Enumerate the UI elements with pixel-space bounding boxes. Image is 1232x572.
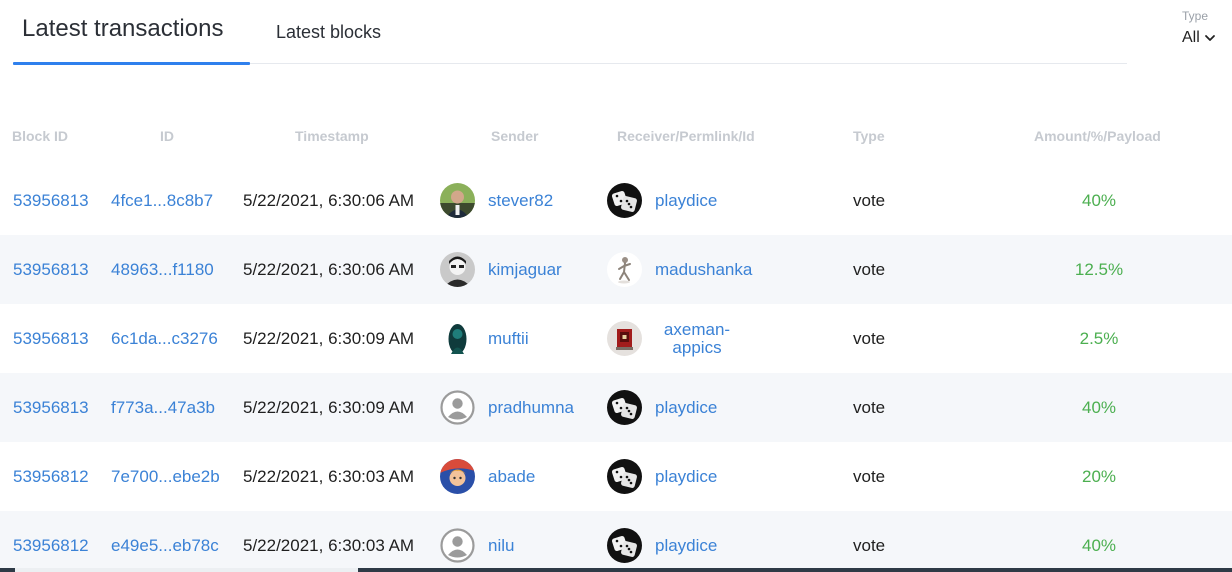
sender-link[interactable]: kimjaguar <box>488 260 562 280</box>
column-header-sender: Sender <box>491 128 539 144</box>
table-row: 53956813 48963...f1180 5/22/2021, 6:30:0… <box>0 235 1232 304</box>
amount-value: 40% <box>1081 397 1117 417</box>
operation-type: vote <box>853 190 886 210</box>
sender-cell: nilu <box>440 511 514 572</box>
sender-link[interactable]: stever82 <box>488 191 553 211</box>
amount-value: 2.5% <box>1079 328 1119 348</box>
column-header-amount: Amount/%/Payload <box>1034 128 1161 144</box>
sender-avatar[interactable] <box>440 459 475 494</box>
receiver-cell: playdice <box>607 166 717 235</box>
table-row: 53956812 7e700...ebe2b 5/22/2021, 6:30:0… <box>0 442 1232 511</box>
transaction-id-link[interactable]: 48963...f1180 <box>111 235 214 304</box>
sender-cell: stever82 <box>440 166 553 235</box>
column-header-receiver: Receiver/Permlink/Id <box>617 128 755 144</box>
table-row: 53956813 6c1da...c3276 5/22/2021, 6:30:0… <box>0 304 1232 373</box>
sender-avatar[interactable] <box>440 252 475 287</box>
transactions-table: 53956813 4fce1...8c8b7 5/22/2021, 6:30:0… <box>0 166 1232 572</box>
sender-link[interactable]: muftii <box>488 329 529 349</box>
receiver-link-wrap: axeman- appics <box>642 320 752 357</box>
receiver-cell: playdice <box>607 511 717 572</box>
receiver-cell: playdice <box>607 442 717 511</box>
receiver-cell: madushanka <box>607 235 752 304</box>
timestamp: 5/22/2021, 6:30:03 AM <box>243 466 415 486</box>
block-id-link[interactable]: 53956812 <box>13 442 89 511</box>
amount-value: 40% <box>1081 190 1117 210</box>
timestamp: 5/22/2021, 6:30:06 AM <box>243 259 415 279</box>
sender-link[interactable]: abade <box>488 467 535 487</box>
table-header: Block ID ID Timestamp Sender Receiver/Pe… <box>0 128 1232 154</box>
block-id-link[interactable]: 53956812 <box>13 511 89 572</box>
chevron-down-icon <box>1204 35 1215 41</box>
block-id-link[interactable]: 53956813 <box>13 235 89 304</box>
receiver-link[interactable]: axeman- <box>664 320 730 339</box>
sender-link[interactable]: pradhumna <box>488 398 574 418</box>
receiver-link[interactable]: playdice <box>655 536 717 556</box>
column-header-timestamp: Timestamp <box>295 128 369 144</box>
sender-link[interactable]: nilu <box>488 536 514 556</box>
transaction-id-link[interactable]: 4fce1...8c8b7 <box>111 166 213 235</box>
operation-type: vote <box>853 259 886 279</box>
tab-latest-blocks[interactable]: Latest blocks <box>276 0 406 63</box>
sender-cell: abade <box>440 442 535 511</box>
column-header-id: ID <box>160 128 174 144</box>
receiver-link[interactable]: playdice <box>655 191 717 211</box>
receiver-cell: axeman- appics <box>607 304 752 373</box>
sender-avatar[interactable] <box>440 183 475 218</box>
block-id-link[interactable]: 53956813 <box>13 304 89 373</box>
operation-type: vote <box>853 466 886 486</box>
type-filter-value[interactable]: All <box>1182 29 1226 47</box>
type-filter-label: Type <box>1182 9 1209 23</box>
receiver-avatar[interactable] <box>607 321 642 356</box>
receiver-avatar[interactable] <box>607 459 642 494</box>
transaction-id-link[interactable]: f773a...47a3b <box>111 373 215 442</box>
receiver-avatar[interactable] <box>607 183 642 218</box>
receiver-avatar[interactable] <box>607 528 642 563</box>
operation-type: vote <box>853 397 886 417</box>
column-header-block-id: Block ID <box>12 128 69 144</box>
transaction-id-link[interactable]: 7e700...ebe2b <box>111 442 220 511</box>
type-filter-selected: All <box>1182 29 1200 46</box>
operation-type: vote <box>853 535 886 555</box>
timestamp: 5/22/2021, 6:30:09 AM <box>243 397 415 417</box>
table-row: 53956813 f773a...47a3b 5/22/2021, 6:30:0… <box>0 373 1232 442</box>
receiver-cell: playdice <box>607 373 717 442</box>
amount-value: 20% <box>1081 466 1117 486</box>
bottom-scroll-bar[interactable] <box>0 568 1232 572</box>
receiver-link[interactable]: playdice <box>655 467 717 487</box>
receiver-avatar[interactable] <box>607 390 642 425</box>
transaction-id-link[interactable]: 6c1da...c3276 <box>111 304 218 373</box>
column-header-type: Type <box>853 128 885 144</box>
receiver-link[interactable]: playdice <box>655 398 717 418</box>
transaction-id-link[interactable]: e49e5...eb78c <box>111 511 219 572</box>
tab-latest-transactions[interactable]: Latest transactions <box>13 0 250 65</box>
scrollbar-thumb[interactable] <box>15 568 358 572</box>
default-user-icon[interactable] <box>440 390 475 425</box>
operation-type: vote <box>853 328 886 348</box>
amount-value: 12.5% <box>1074 259 1124 279</box>
sender-cell: kimjaguar <box>440 235 562 304</box>
sender-cell: muftii <box>440 304 529 373</box>
tab-bar: Latest transactions Latest blocks <box>13 0 1127 65</box>
block-id-link[interactable]: 53956813 <box>13 373 89 442</box>
table-row: 53956813 4fce1...8c8b7 5/22/2021, 6:30:0… <box>0 166 1232 235</box>
sender-avatar[interactable] <box>440 321 475 356</box>
block-id-link[interactable]: 53956813 <box>13 166 89 235</box>
sender-cell: pradhumna <box>440 373 574 442</box>
timestamp: 5/22/2021, 6:30:06 AM <box>243 190 415 210</box>
receiver-link[interactable]: madushanka <box>655 260 752 280</box>
default-user-icon[interactable] <box>440 528 475 563</box>
amount-value: 40% <box>1081 535 1117 555</box>
receiver-avatar[interactable] <box>607 252 642 287</box>
table-row: 53956812 e49e5...eb78c 5/22/2021, 6:30:0… <box>0 511 1232 572</box>
receiver-link-continued[interactable]: appics <box>672 338 721 357</box>
type-filter-dropdown[interactable]: Type All <box>1182 9 1226 47</box>
timestamp: 5/22/2021, 6:30:09 AM <box>243 328 415 348</box>
timestamp: 5/22/2021, 6:30:03 AM <box>243 535 415 555</box>
